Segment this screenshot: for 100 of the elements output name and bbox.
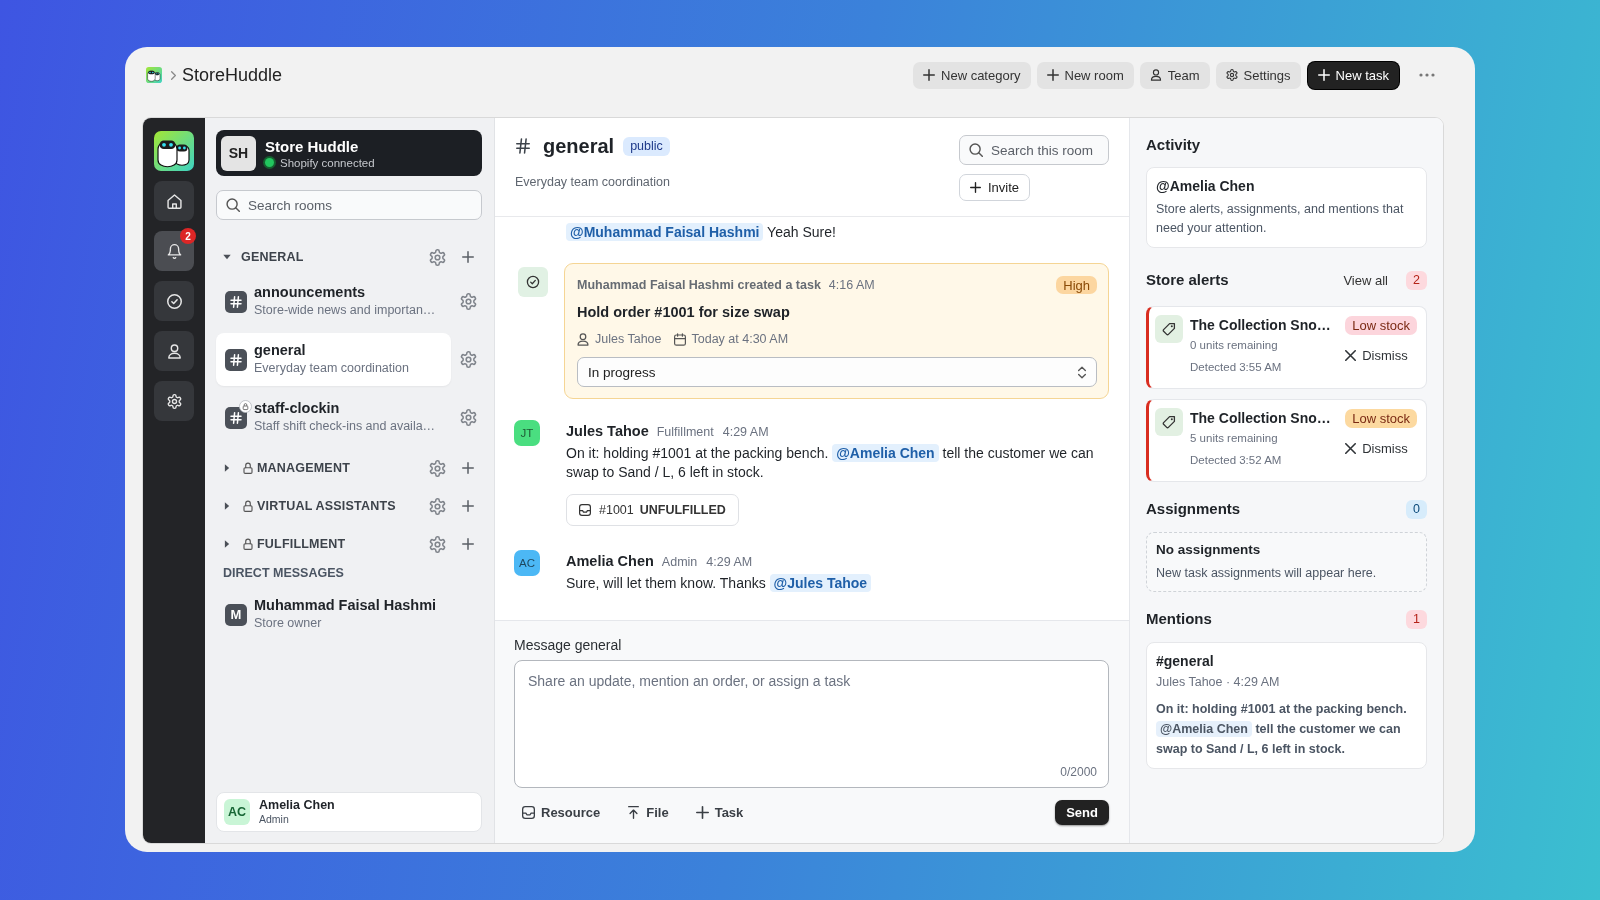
check-circle-icon bbox=[166, 293, 182, 309]
user-name: Amelia Chen bbox=[259, 798, 335, 813]
bell-icon bbox=[166, 243, 182, 259]
plus-icon[interactable] bbox=[462, 538, 474, 550]
task-author: Muhammad Faisal Hashmi created a task bbox=[577, 278, 821, 292]
message-time: 4:16 AM bbox=[828, 278, 875, 292]
current-user-card[interactable]: AC Amelia Chen Admin bbox=[216, 792, 482, 832]
workspace-name: Store Huddle bbox=[265, 137, 360, 156]
plus-icon[interactable] bbox=[462, 251, 474, 263]
app-title: StoreHuddle bbox=[182, 64, 283, 86]
stock-tag: Low stock bbox=[1345, 409, 1417, 428]
settings-icon[interactable] bbox=[429, 535, 446, 553]
tag-icon bbox=[1155, 408, 1183, 436]
empty-text: New task assignments will appear here. bbox=[1156, 565, 1378, 582]
category-label[interactable]: VIRTUAL ASSISTANTS bbox=[257, 499, 396, 513]
add-task-button[interactable]: Task bbox=[687, 800, 752, 825]
mention-link[interactable]: @Amelia Chen bbox=[832, 444, 939, 462]
user-role: Admin bbox=[259, 813, 290, 826]
plus-icon[interactable] bbox=[462, 462, 474, 474]
toolbar-button[interactable]: Team bbox=[1139, 61, 1210, 89]
nav-button[interactable] bbox=[154, 181, 194, 221]
nav-button[interactable] bbox=[154, 281, 194, 321]
chevron-up-down-icon bbox=[1078, 365, 1086, 379]
chevron-right-icon bbox=[171, 70, 176, 80]
settings-icon[interactable] bbox=[460, 351, 477, 368]
toolbar-button[interactable]: New room bbox=[1036, 61, 1134, 89]
plus-icon bbox=[1317, 69, 1330, 81]
product-name: The Collection Sno… bbox=[1190, 316, 1331, 334]
mention-room: #general bbox=[1156, 652, 1215, 670]
intro-text: Store alerts, assignments, and mentions that need your attention. bbox=[1156, 201, 1405, 237]
invite-button[interactable]: Invite bbox=[959, 174, 1031, 201]
settings-icon[interactable] bbox=[429, 497, 446, 515]
plus-icon bbox=[923, 69, 935, 81]
connection-status: Shopify connected bbox=[280, 156, 375, 169]
count-badge: 1 bbox=[1406, 609, 1427, 629]
user-avatar: AC bbox=[224, 799, 250, 825]
caret-right-icon[interactable] bbox=[223, 540, 231, 548]
category-label[interactable]: MANAGEMENT bbox=[257, 461, 350, 475]
toolbar-button[interactable]: New category bbox=[913, 61, 1031, 89]
send-button[interactable]: Send bbox=[1055, 800, 1109, 825]
settings-icon[interactable] bbox=[460, 409, 477, 426]
message-text: @Muhammad Faisal Hashmi Yeah Sure! bbox=[566, 222, 1109, 242]
room-item[interactable]: staff-clockin Staff shift check-ins and availa… bbox=[216, 391, 451, 444]
visibility-badge: public bbox=[623, 136, 670, 156]
dm-role: Store owner bbox=[254, 615, 323, 632]
message-text: Sure, will let them know. Thanks @Jules Tahoe bbox=[566, 574, 1109, 593]
dm-name: Muhammad Faisal Hashmi bbox=[254, 596, 437, 614]
count-badge: 0 bbox=[1406, 499, 1427, 519]
mention-link[interactable]: @Jules Tahoe bbox=[769, 574, 872, 592]
toolbar-button[interactable]: Settings bbox=[1215, 61, 1301, 89]
settings-icon[interactable] bbox=[429, 459, 446, 477]
mention-link[interactable]: @Amelia Chen bbox=[1156, 721, 1252, 737]
toolbar-button[interactable]: New task bbox=[1307, 61, 1399, 89]
task-assignee: Jules Tahoe bbox=[595, 332, 662, 346]
mention-link[interactable]: @Muhammad Faisal Hashmi bbox=[566, 223, 764, 241]
task-due-date: Today at 4:30 AM bbox=[691, 332, 789, 346]
stock-tag: Low stock bbox=[1345, 316, 1417, 335]
category-label[interactable]: FULFILLMENT bbox=[257, 537, 346, 551]
mention-card[interactable]: #general Jules Tahoe · 4:29 AM On it: holding #1001 at the packing bench. @Amelia Chen tell the customer we can swap to Sand / L, 6 left in stock. bbox=[1146, 642, 1427, 769]
room-item[interactable]: announcements Store-wide news and importan… bbox=[216, 275, 451, 328]
workspace-card[interactable]: SH Store Huddle Shopify connected bbox=[216, 130, 482, 176]
search-field[interactable]: Search this room bbox=[959, 135, 1109, 165]
view-all-link[interactable]: View all bbox=[1343, 272, 1388, 288]
nav-button[interactable] bbox=[154, 381, 194, 421]
stock-level: 0 units remaining bbox=[1190, 338, 1279, 353]
category-label[interactable]: GENERAL bbox=[241, 250, 304, 264]
settings-icon[interactable] bbox=[429, 248, 446, 266]
search-icon bbox=[226, 198, 240, 212]
caret-down-icon[interactable] bbox=[223, 253, 231, 261]
section-title: Mentions bbox=[1146, 609, 1212, 629]
nav-button[interactable] bbox=[154, 331, 194, 371]
priority-badge: High bbox=[1056, 276, 1097, 294]
room-title: general bbox=[543, 134, 615, 158]
settings-icon bbox=[1225, 69, 1238, 81]
status-select[interactable]: In progress bbox=[577, 357, 1097, 387]
person-icon bbox=[1149, 69, 1162, 81]
settings-icon[interactable] bbox=[460, 293, 477, 310]
caret-right-icon[interactable] bbox=[223, 502, 231, 510]
calendar-icon bbox=[673, 332, 686, 346]
search-field[interactable]: Search rooms bbox=[216, 190, 482, 220]
dismiss-button[interactable]: Dismiss bbox=[1345, 439, 1408, 457]
sender-role: Admin bbox=[661, 555, 698, 569]
room-name: staff-clockin bbox=[254, 399, 341, 417]
message-time: 4:29 AM bbox=[722, 425, 769, 439]
dismiss-button[interactable]: Dismiss bbox=[1345, 346, 1408, 364]
tray-icon bbox=[579, 504, 591, 516]
nav-button[interactable]: 2 bbox=[154, 231, 194, 271]
person-icon bbox=[577, 332, 589, 346]
robot-logo-icon bbox=[146, 67, 162, 83]
file-button[interactable]: File bbox=[619, 800, 677, 825]
more-button[interactable] bbox=[1419, 73, 1435, 77]
resource-button[interactable]: Resource bbox=[514, 800, 609, 825]
room-description: Everyday team coordination bbox=[254, 360, 409, 377]
order-chip[interactable]: #1001 UNFULFILLED bbox=[566, 494, 739, 526]
tag-icon bbox=[1155, 315, 1183, 343]
plus-icon[interactable] bbox=[462, 500, 474, 512]
hash-icon bbox=[225, 290, 247, 313]
room-item[interactable]: general Everyday team coordination bbox=[216, 333, 451, 386]
caret-right-icon[interactable] bbox=[223, 464, 231, 472]
sender-name: Amelia Chen bbox=[566, 553, 654, 569]
